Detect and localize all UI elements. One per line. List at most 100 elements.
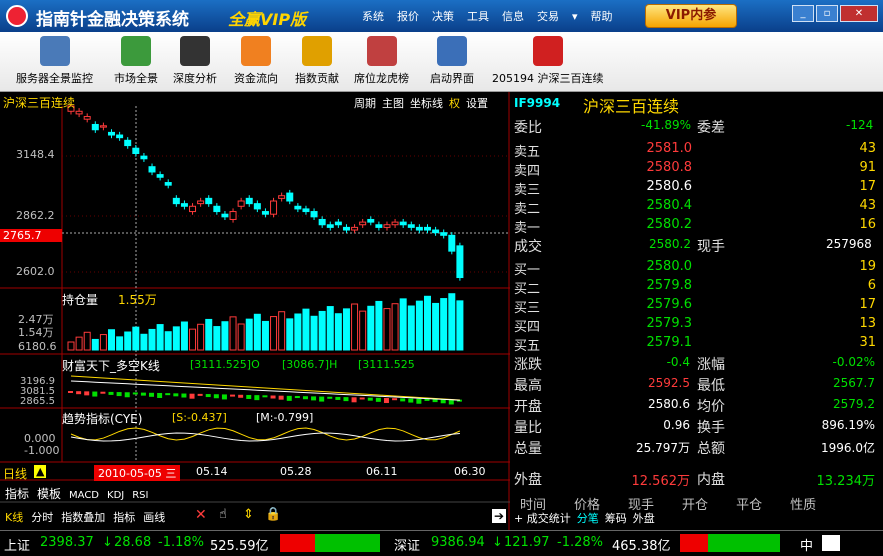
indicator1-bar	[327, 396, 333, 399]
ime-indicator[interactable]: 中	[800, 535, 813, 554]
arrow-right-icon[interactable]: ➔	[492, 509, 507, 523]
indicator1-bar	[335, 396, 341, 400]
volume-bar	[407, 305, 415, 351]
candle-body	[148, 166, 156, 173]
vertical-arrows-icon[interactable]: ⇕	[243, 507, 254, 522]
candle-body	[237, 200, 245, 207]
indicator1-bar	[157, 392, 163, 398]
menu-item[interactable]: 帮助	[591, 10, 613, 23]
stat-label: 总量	[514, 441, 542, 457]
toolbar-item[interactable]: 服务器全景监控	[16, 36, 93, 92]
indicator1-bar	[392, 398, 398, 401]
tray-icon[interactable]	[822, 535, 840, 551]
toolbar-item[interactable]: 启动界面	[430, 36, 474, 92]
detail-tab[interactable]: 分笔	[577, 512, 599, 525]
detail-tab[interactable]: 筹码	[605, 512, 627, 525]
volume-bar	[99, 334, 107, 351]
candle-body	[359, 221, 367, 226]
volume-bar	[108, 329, 116, 351]
quote-row-price: 2580.2	[646, 217, 693, 232]
indicator2-tick: -1.000	[24, 444, 60, 457]
candle-body	[270, 200, 278, 215]
period-label[interactable]: 日线	[3, 465, 27, 482]
volume-bar	[91, 338, 99, 351]
volume-bar	[448, 293, 456, 351]
toolbar-item[interactable]: 指数贡献	[295, 36, 339, 92]
menu-item[interactable]: 交易	[537, 10, 559, 23]
indicator-tab[interactable]: 指标	[5, 487, 29, 501]
view-tab[interactable]: 指标	[113, 511, 135, 524]
toolbar-item[interactable]: 市场全景	[114, 36, 158, 92]
toolbar-label: 服务器全景监控	[16, 72, 93, 85]
quote-row-label: 卖三	[514, 183, 541, 198]
vip-report-button[interactable]: VIP内参	[645, 4, 737, 28]
indicator1-bar	[108, 391, 114, 395]
indicator1-bar	[375, 397, 381, 402]
volume-bar	[415, 300, 423, 351]
chart-header-button[interactable]: 设置	[466, 97, 488, 110]
indicator1-bar	[278, 395, 284, 400]
menu-item[interactable]: 信息	[502, 10, 524, 23]
candle-body	[229, 211, 237, 220]
indicator-tab[interactable]: 模板	[37, 487, 61, 501]
candle-body	[302, 208, 310, 213]
minimize-icon[interactable]: _	[792, 5, 814, 22]
inner-value: 13.234万	[816, 474, 876, 489]
candle-body	[197, 200, 205, 205]
chart-header-button[interactable]: 周期	[354, 97, 376, 110]
detail-tab[interactable]: + 成交统计	[514, 512, 571, 525]
quote-row-volume: 17	[859, 179, 876, 194]
lock-icon[interactable]: 🔒	[265, 507, 281, 522]
quote-code: IF9994	[514, 96, 561, 110]
menu-item[interactable]: 系统	[362, 10, 384, 23]
toolbar-item[interactable]: 深度分析	[173, 36, 217, 92]
candle-body	[205, 197, 213, 205]
delete-icon[interactable]: ✕	[195, 507, 207, 523]
indicator-tab[interactable]: KDJ	[107, 490, 124, 501]
indicator-tab[interactable]: MACD	[69, 490, 99, 501]
toolbar-item[interactable]: 资金流向	[234, 36, 278, 92]
tick-column-header: 开仓	[682, 498, 709, 513]
inner-label: 内盘	[697, 472, 725, 488]
indicator1-bar	[262, 395, 268, 398]
candle-body	[156, 174, 164, 178]
view-tab[interactable]: K线	[5, 511, 23, 524]
indicator1-bar	[270, 395, 276, 399]
indicator1-tick: 2865.5	[20, 396, 55, 407]
quote-row-volume: 16	[859, 217, 876, 232]
menu-item[interactable]: 决策	[432, 10, 454, 23]
seat-ranking-icon	[366, 36, 397, 66]
sh-breadth-bar	[280, 534, 380, 552]
indicator1-bar	[424, 398, 430, 401]
view-tab[interactable]: 画线	[143, 511, 165, 524]
restore-icon[interactable]: ▫	[816, 5, 838, 22]
x-axis-date: 06.11	[366, 465, 398, 478]
chart-header-button[interactable]: 坐标线	[410, 97, 443, 110]
candle-body	[326, 224, 334, 228]
stat-value: 2579.2	[833, 397, 875, 411]
chart-header-button[interactable]: 权	[449, 97, 460, 110]
hand-pointer-icon[interactable]: ☝	[219, 507, 227, 522]
indicator1-bar	[286, 395, 292, 401]
menu-item[interactable]: 报价	[397, 10, 419, 23]
menu-item[interactable]: 工具	[467, 10, 489, 23]
status-bar: 上证 2398.37 ↓ 28.68 -1.18% 525.59亿 深证 938…	[0, 530, 883, 556]
quote-row: 买四 2579.3 13	[512, 316, 880, 335]
toolbar-label: 启动界面	[430, 72, 474, 85]
toolbar-item[interactable]: 席位龙虎榜	[354, 36, 409, 92]
view-tab[interactable]: 指数叠加	[61, 511, 105, 524]
toolbar-item[interactable]: 205194 沪深三百连续	[492, 36, 604, 92]
stat-value: 0.96	[663, 418, 690, 432]
detail-tab[interactable]: 外盘	[633, 512, 655, 525]
volume-bar	[83, 331, 91, 351]
view-tab[interactable]: 分时	[31, 511, 53, 524]
indicator-tab[interactable]: RSI	[132, 490, 148, 501]
quote-row-volume: 31	[859, 335, 876, 350]
chart-header-button[interactable]: 主图	[382, 97, 404, 110]
close-icon[interactable]: ✕	[840, 5, 878, 22]
quote-row-price: 2580.8	[646, 160, 693, 175]
chart-canvas[interactable]	[0, 92, 510, 530]
sh-index-label: 上证	[4, 539, 31, 554]
quote-row: 卖四 2580.8 91	[512, 160, 880, 179]
menu-item[interactable]: ▾	[572, 10, 578, 23]
